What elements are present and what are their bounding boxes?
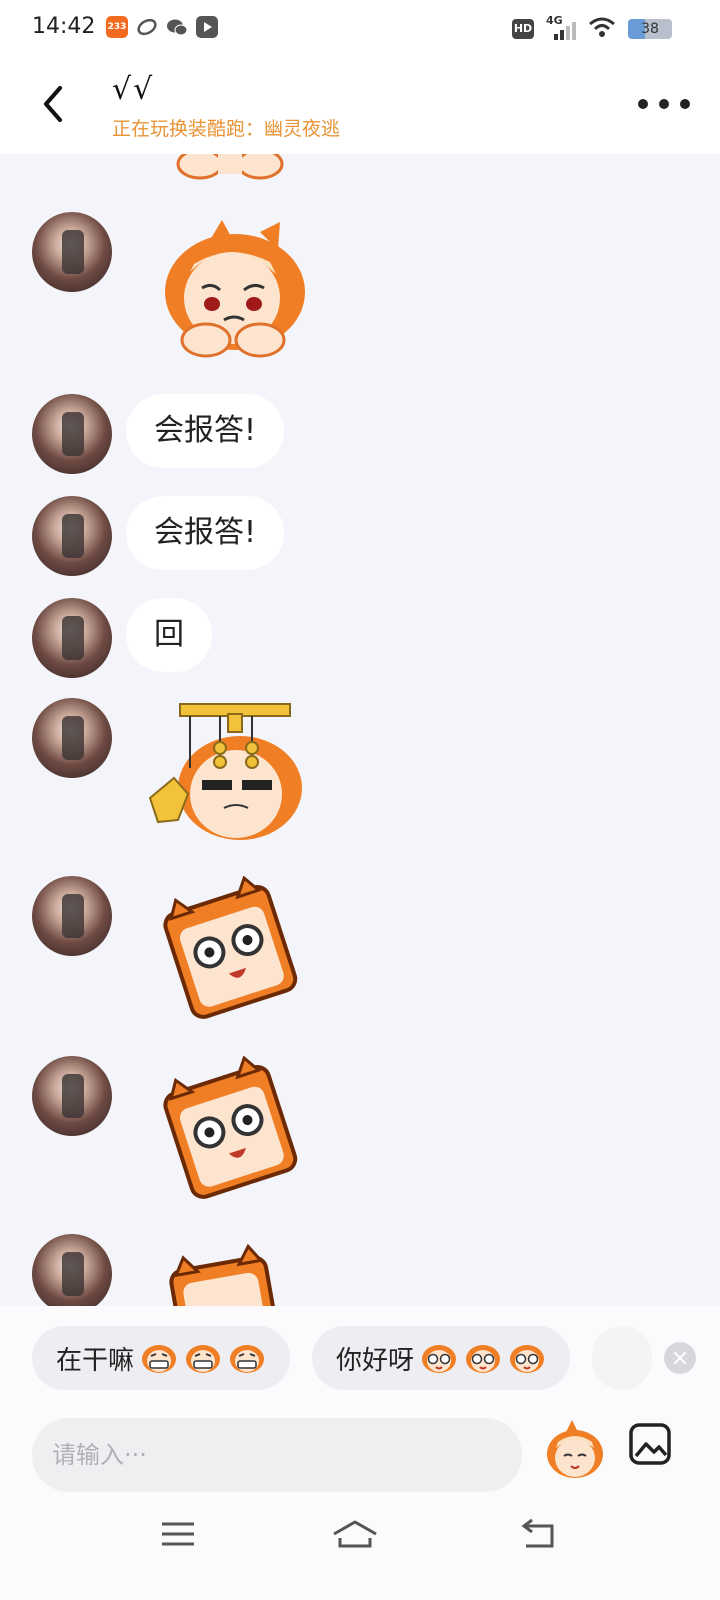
quick-replies: 在干嘛 你好呀 — [32, 1326, 653, 1390]
status-right: HD 4G 38 — [512, 14, 672, 42]
video-play-icon — [196, 16, 218, 38]
back-arrow-icon — [44, 86, 62, 122]
more-dot — [659, 99, 669, 109]
wifi-icon — [588, 16, 616, 42]
back-button[interactable] — [34, 78, 74, 130]
avatar[interactable] — [32, 496, 112, 576]
sticker-chibi-partial[interactable] — [160, 1234, 280, 1306]
sticker-chibi-tilted-glasses[interactable] — [160, 1056, 300, 1206]
signal-icon: 4G — [546, 14, 576, 40]
chibi-emoji-icon — [547, 1420, 603, 1478]
battery-indicator: 38 — [628, 19, 672, 39]
avatar[interactable] — [32, 212, 112, 292]
more-button[interactable] — [638, 86, 690, 122]
quick-reply-chip-partial[interactable] — [592, 1326, 653, 1390]
sync-icon — [136, 16, 158, 38]
return-icon — [521, 1518, 554, 1548]
system-nav-bar — [0, 1494, 720, 1600]
nav-back-button[interactable] — [518, 1516, 558, 1552]
avatar[interactable] — [32, 1234, 112, 1306]
status-bar: 14:42 233 HD 4G 38 — [0, 0, 720, 56]
grin-face-icon — [186, 1345, 221, 1373]
message-bubble[interactable]: 会报答! — [126, 496, 285, 570]
wechat-icon — [166, 16, 188, 38]
grin-face-icon — [142, 1345, 177, 1373]
nav-menu-button[interactable] — [158, 1516, 198, 1552]
glasses-face-icon — [510, 1345, 545, 1373]
message-input[interactable]: 请输入··· — [32, 1418, 522, 1492]
status-time: 14:42 — [32, 14, 96, 39]
avatar[interactable] — [32, 394, 112, 474]
quick-reply-label: 你好呀 — [336, 1345, 415, 1376]
glasses-face-icon — [466, 1345, 501, 1373]
message-bubble[interactable]: 回 — [126, 598, 212, 672]
quick-reply-label: 在干嘛 — [56, 1345, 135, 1376]
nav-home-button[interactable] — [330, 1516, 380, 1552]
more-dots-icon — [638, 99, 648, 109]
sticker-chibi-ok-gesture[interactable] — [144, 698, 314, 848]
emoji-button[interactable] — [542, 1418, 608, 1484]
chat-subtitle[interactable]: 正在玩换装酷跑：幽灵夜逃 — [112, 114, 340, 141]
hd-badge: HD — [512, 19, 534, 39]
grin-face-icon — [230, 1345, 265, 1373]
chat-title: √√ — [112, 72, 155, 107]
sticker-chibi-hands[interactable] — [170, 154, 290, 184]
battery-level: 38 — [641, 21, 659, 37]
home-icon — [333, 1520, 377, 1548]
avatar[interactable] — [32, 598, 112, 678]
more-dot — [680, 99, 690, 109]
message-bubble[interactable]: 会报答! — [126, 394, 285, 468]
menu-lines-icon — [162, 1522, 194, 1546]
avatar[interactable] — [32, 698, 112, 778]
image-icon — [629, 1423, 671, 1465]
quick-reply-chip[interactable]: 在干嘛 — [32, 1326, 291, 1390]
chat-header: √√ 正在玩换装酷跑：幽灵夜逃 — [0, 56, 720, 154]
glasses-face-icon — [422, 1345, 457, 1373]
quick-reply-chip[interactable]: 你好呀 — [312, 1326, 571, 1390]
avatar[interactable] — [32, 1056, 112, 1136]
close-quick-replies-button[interactable] — [664, 1342, 696, 1374]
image-button[interactable] — [628, 1422, 672, 1466]
sticker-chibi-sad-face[interactable] — [150, 212, 320, 362]
sticker-chibi-tilted-glasses[interactable] — [160, 876, 300, 1026]
message-list[interactable]: 会报答! 会报答! 回 — [0, 154, 720, 1306]
app-233-icon: 233 — [106, 16, 128, 38]
avatar[interactable] — [32, 876, 112, 956]
status-app-icons: 233 — [106, 16, 218, 38]
